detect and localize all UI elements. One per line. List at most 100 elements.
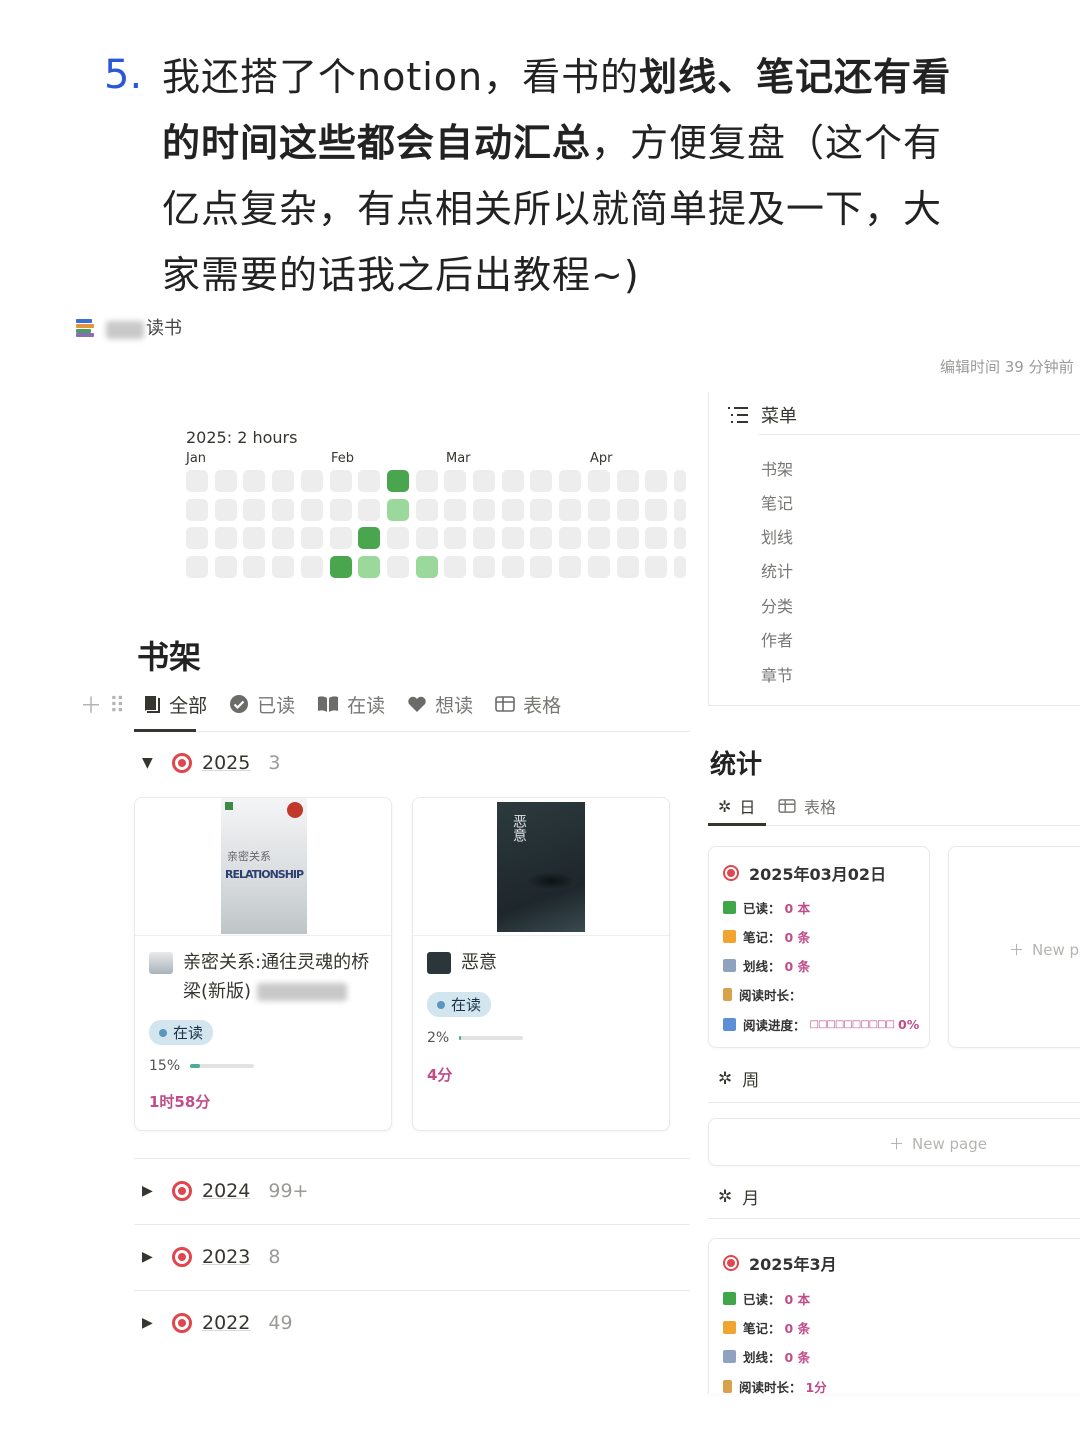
divider: [134, 1224, 690, 1225]
heatmap-cell: [214, 470, 237, 492]
book-title-row: 恶意: [427, 948, 663, 977]
heatmap-cell: [559, 527, 582, 550]
heatmap-cell: [587, 556, 610, 579]
month-label: Apr: [590, 451, 613, 466]
heatmap-cell: [300, 527, 323, 550]
stat-label: 划线：: [743, 1350, 781, 1365]
heatmap-cell: [473, 527, 495, 550]
stat-row-progress: 阅读进度： □□□□□□□□□□ 0%: [723, 1015, 919, 1034]
tab-label: 全部: [169, 694, 208, 717]
heatmap-cell: [444, 470, 467, 492]
month-label: Feb: [331, 451, 355, 466]
progress-squares: □□□□□□□□□□: [809, 1019, 895, 1030]
check-circle-icon: [230, 695, 249, 713]
heatmap-cell: [616, 556, 639, 579]
stat-value: 1分: [805, 1380, 827, 1394]
month-label: Jan: [186, 451, 207, 466]
heatmap-cell: [587, 527, 610, 550]
tab-read[interactable]: 已读: [229, 691, 295, 718]
cover-text: RELATIONSHIP: [225, 868, 304, 881]
group-2024[interactable]: ▶ 2024 99+: [142, 1180, 308, 1202]
intro-number: 5.: [104, 52, 143, 98]
menu-item-chapters[interactable]: 章节: [761, 662, 793, 686]
divider: [708, 1218, 1080, 1219]
week-new-page[interactable]: ＋ New page: [708, 1118, 1080, 1166]
heatmap-cell: [444, 498, 467, 521]
card-title: 2025年03月02日: [723, 861, 886, 885]
group-count: 99+: [268, 1180, 309, 1202]
active-tab-indicator: [134, 729, 196, 732]
tab-want[interactable]: 想读: [407, 691, 473, 718]
heatmap-cell: [559, 470, 582, 492]
menu-item-stats[interactable]: 统计: [761, 558, 793, 582]
menu-item-categories[interactable]: 分类: [761, 593, 793, 617]
heatmap-cell: [386, 556, 409, 579]
asterisk-icon: ✲: [718, 796, 732, 816]
menu-divider: [759, 434, 1080, 435]
menu-item-authors[interactable]: 作者: [761, 627, 793, 651]
stat-row-read: 已读： 0 本: [723, 1289, 810, 1308]
expand-triangle-icon[interactable]: ▶: [142, 1249, 158, 1265]
day-stats-card[interactable]: 2025年03月02日 已读： 0 本 笔记： 0 条 划线： 0 条 阅读时长： 阅…: [708, 846, 930, 1048]
month-section-header[interactable]: ✲ 月: [718, 1184, 759, 1210]
stat-label: 已读：: [743, 901, 781, 916]
target-icon: [723, 1255, 739, 1271]
notebook-icon: [723, 1321, 736, 1334]
week-section-header[interactable]: ✲ 周: [718, 1066, 759, 1092]
heatmap-cell: [530, 470, 553, 492]
shelf-view-tabs: ＋ ⠿ 全部 已读 在读 想读 表格: [80, 688, 583, 720]
books-icon: [76, 318, 94, 337]
book-card[interactable]: 恶意 恶意 在读 2% 4分: [412, 797, 670, 1131]
collapse-triangle-icon[interactable]: ▼: [142, 755, 158, 771]
menu-box: 菜单 书架 笔记 划线 统计 分类 作者 章节: [708, 392, 1080, 706]
table-icon: [778, 799, 796, 813]
book-card[interactable]: 亲密关系 RELATIONSHIP 亲密关系:通往灵魂的桥梁(新版) 在读 15…: [134, 797, 392, 1131]
menu-item-highlights[interactable]: 划线: [761, 524, 793, 548]
group-2022[interactable]: ▶ 2022 49: [142, 1312, 293, 1334]
memo-icon: [723, 1350, 736, 1363]
heatmap-cell: [243, 498, 266, 521]
tab-stats-table[interactable]: 表格: [778, 794, 836, 818]
tab-table[interactable]: 表格: [495, 691, 561, 718]
heatmap-cell: [415, 470, 438, 492]
group-2025[interactable]: ▼ 2025 3: [142, 752, 280, 774]
heatmap-cell: [559, 498, 582, 521]
target-icon: [723, 865, 739, 881]
heatmap-cell: [415, 527, 438, 550]
add-drag-handle-icon[interactable]: ＋ ⠿: [80, 688, 125, 720]
status-label: 在读: [451, 996, 482, 1014]
expand-triangle-icon[interactable]: ▶: [142, 1315, 158, 1331]
heatmap-cell: [501, 498, 524, 521]
new-page-label: New pa: [1032, 940, 1080, 959]
heatmap-cell: [645, 498, 668, 521]
intro-line2b: ，方便复盘（这个有: [591, 121, 943, 165]
page-header[interactable]: 读书: [76, 314, 182, 340]
heatmap-cell: [444, 556, 467, 579]
new-page-card[interactable]: ＋ New pa: [948, 846, 1080, 1048]
heatmap-cell: [645, 527, 668, 550]
asterisk-icon: ✲: [718, 1068, 733, 1089]
stat-label: 阅读时长：: [739, 1380, 802, 1394]
menu-item-shelf[interactable]: 书架: [761, 456, 793, 480]
heatmap-cell: [473, 556, 495, 579]
heatmap-cell: [272, 470, 295, 492]
heatmap-cell: [186, 470, 208, 492]
expand-triangle-icon[interactable]: ▶: [142, 1183, 158, 1199]
month-stats-card[interactable]: 2025年3月 已读： 0 本 笔记： 0 条 划线： 0 条 阅读时长： 1分: [708, 1238, 1080, 1394]
group-2023[interactable]: ▶ 2023 8: [142, 1246, 280, 1268]
stat-row-highlights: 划线： 0 条: [723, 1347, 810, 1366]
cover-text: 亲密关系: [227, 850, 271, 863]
tab-all[interactable]: 全部: [143, 691, 207, 718]
stat-row-read: 已读： 0 本: [723, 898, 810, 917]
new-page-button[interactable]: ＋ New page: [889, 1133, 987, 1154]
heatmap-cell: [214, 527, 237, 550]
list-icon: [728, 407, 748, 423]
blurred-subtitle: [257, 983, 348, 1001]
new-page-button[interactable]: ＋ New pa: [1009, 939, 1080, 960]
stat-value: 0 条: [784, 1350, 811, 1365]
menu-item-notes[interactable]: 笔记: [761, 490, 793, 514]
tab-reading[interactable]: 在读: [317, 691, 385, 718]
progress-row: 2%: [427, 1030, 524, 1046]
heatmap-cell: [501, 470, 524, 492]
tab-day[interactable]: ✲ 日: [718, 794, 755, 818]
